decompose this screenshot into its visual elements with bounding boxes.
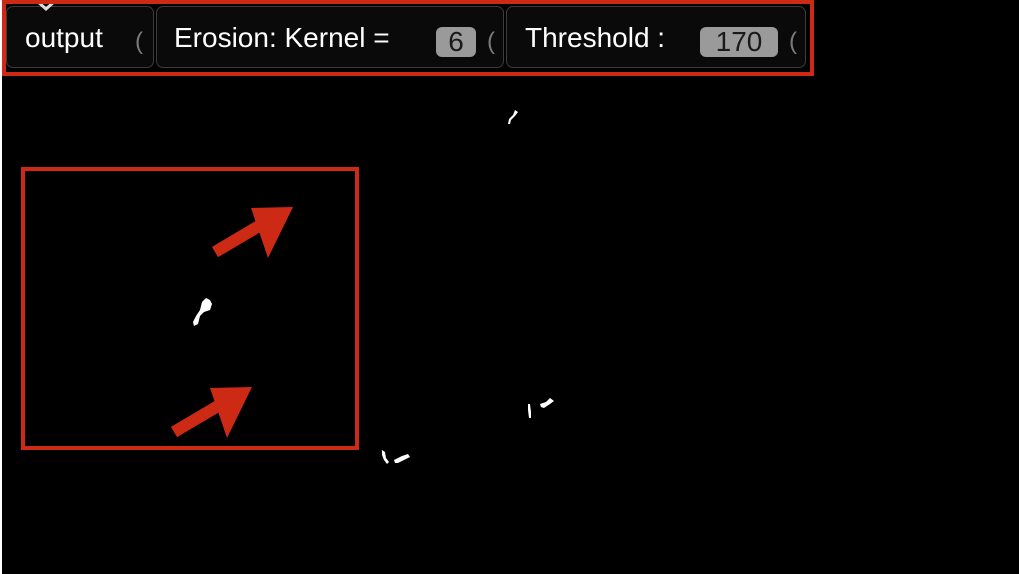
arrow-up-right-icon xyxy=(211,207,293,258)
output-blob xyxy=(508,110,518,124)
output-blob xyxy=(382,450,410,464)
output-blob xyxy=(193,298,212,326)
arrow-up-right-icon xyxy=(170,387,252,438)
toolbar-highlight-box xyxy=(2,0,814,76)
output-blob xyxy=(528,398,554,418)
preview-canvas: output ( Erosion: Kernel = 6 ( Threshold… xyxy=(2,0,1019,574)
